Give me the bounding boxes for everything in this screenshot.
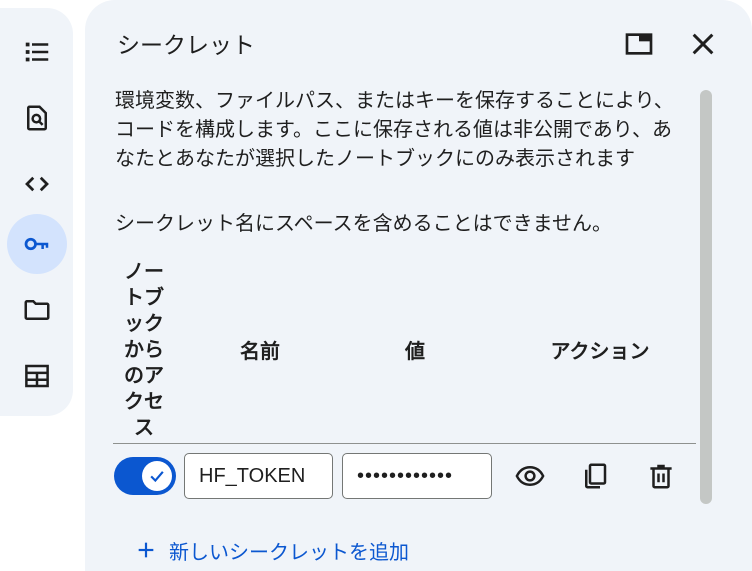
plus-icon [138, 542, 154, 558]
secrets-panel: シークレット 環境変数、ファイルパス、またはキーを保存することにより、コードを構… [85, 0, 752, 571]
secret-name-input[interactable] [184, 453, 333, 499]
add-secret-label: 新しいシークレットを追加 [169, 539, 409, 564]
column-header-actions: アクション [550, 339, 650, 363]
toggle-knob [142, 461, 172, 491]
folder-icon [24, 300, 50, 320]
column-header-notebook-access: ノートブックからのアクセス [124, 259, 164, 439]
table-of-contents-button[interactable] [7, 22, 67, 82]
delete-secret-button[interactable] [641, 456, 681, 496]
secrets-description: 環境変数、ファイルパス、またはキーを保存することにより、コードを構成します。ここ… [115, 88, 674, 170]
table-divider [113, 443, 696, 444]
check-icon [150, 471, 164, 483]
notebook-access-toggle[interactable] [114, 457, 176, 495]
table-icon [25, 364, 49, 388]
secret-name-rule: シークレット名にスペースを含めることはできません。 [115, 211, 612, 235]
scrollbar-thumb[interactable] [700, 90, 712, 504]
column-header-name: 名前 [240, 339, 280, 363]
open-in-tab-button[interactable] [621, 26, 657, 62]
secrets-button[interactable] [7, 214, 67, 274]
code-icon [25, 176, 49, 192]
column-header-value: 値 [405, 339, 425, 363]
open-in-new-tab-icon [625, 33, 653, 55]
secret-value-input[interactable] [342, 453, 492, 499]
close-button[interactable] [685, 26, 721, 62]
side-rail [0, 8, 73, 416]
panel-title: シークレット [117, 33, 255, 59]
files-button[interactable] [7, 280, 67, 340]
add-secret-button[interactable]: 新しいシークレットを追加 [135, 535, 409, 565]
search-doc-icon [27, 105, 47, 131]
find-replace-button[interactable] [7, 88, 67, 148]
eye-icon [515, 465, 545, 487]
data-table-button[interactable] [7, 346, 67, 406]
trash-icon [650, 464, 672, 489]
code-snippets-button[interactable] [7, 154, 67, 214]
close-icon [692, 33, 714, 55]
key-icon [24, 237, 49, 251]
list-icon [25, 42, 49, 62]
copy-icon [585, 463, 607, 489]
copy-value-button[interactable] [575, 456, 615, 496]
toggle-visibility-button[interactable] [510, 456, 550, 496]
